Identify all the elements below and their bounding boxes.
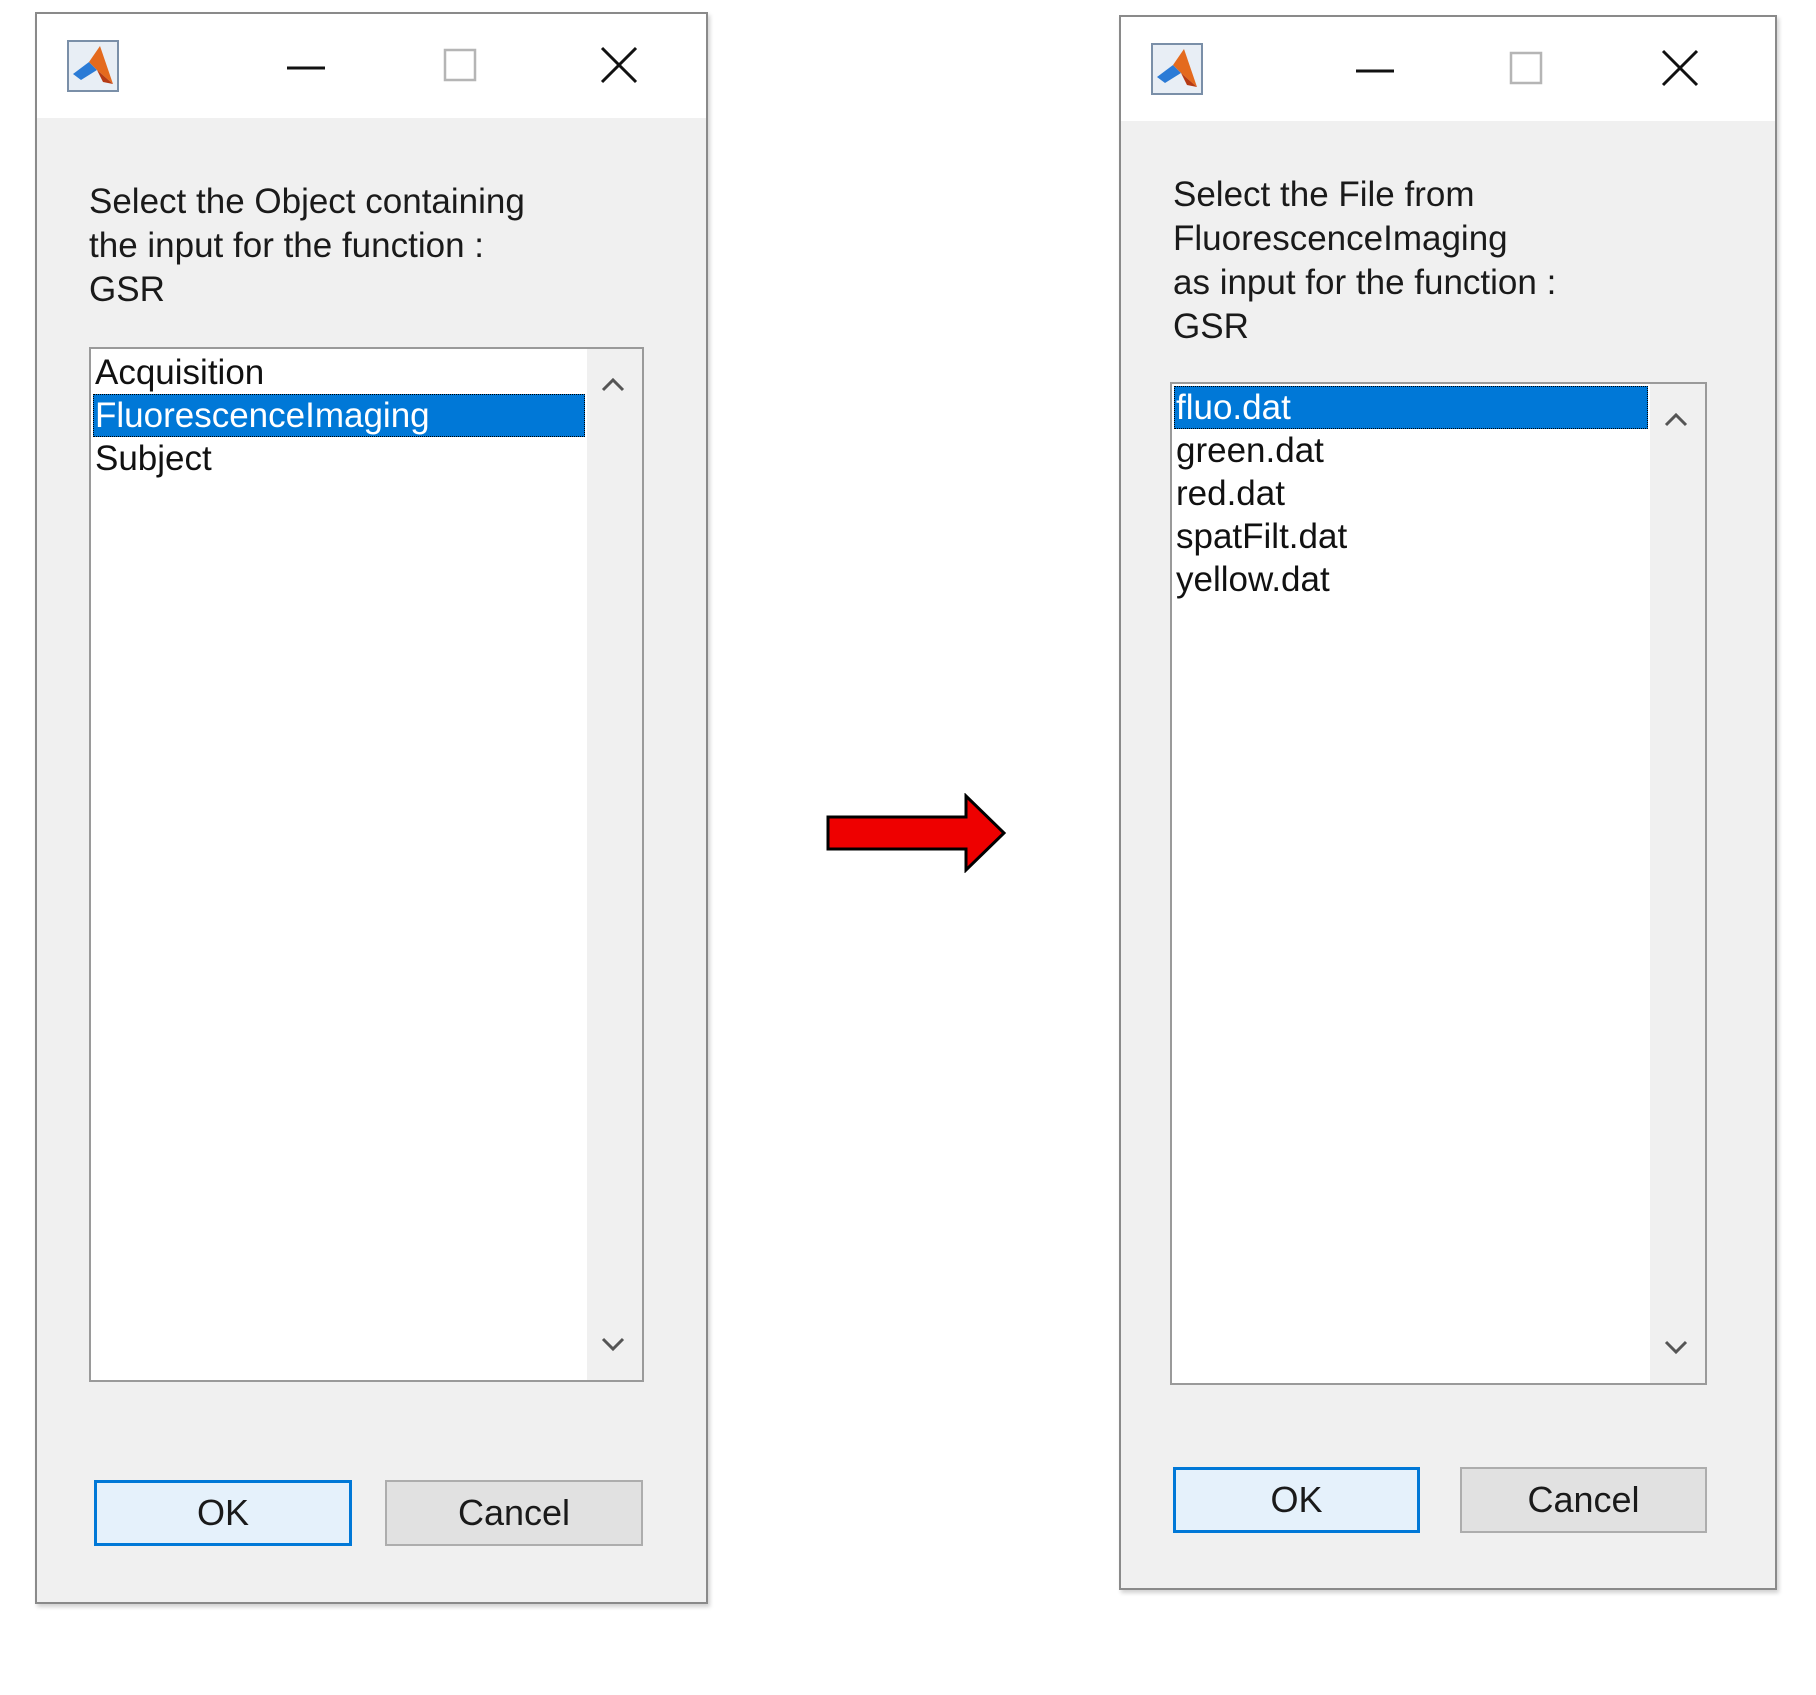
minimize-icon[interactable] (277, 36, 337, 96)
list-item[interactable]: spatFilt.dat (1174, 515, 1648, 558)
ok-button[interactable]: OK (1173, 1467, 1420, 1533)
chevron-down-icon[interactable] (595, 1326, 631, 1362)
list-item[interactable]: green.dat (1174, 429, 1648, 472)
file-select-dialog: Select the File from FluorescenceImaging… (1119, 15, 1777, 1590)
figure-stage: Select the Object containing the input f… (0, 0, 1816, 1695)
maximize-icon[interactable] (431, 36, 491, 96)
list-item[interactable]: Acquisition (93, 351, 585, 394)
dialog-prompt: Select the Object containing the input f… (89, 182, 525, 309)
list-item[interactable]: fluo.dat (1174, 386, 1648, 429)
list-item[interactable]: Subject (93, 437, 585, 480)
file-listbox[interactable]: fluo.dat green.dat red.dat spatFilt.dat … (1170, 382, 1707, 1385)
chevron-up-icon[interactable] (595, 367, 631, 403)
chevron-up-icon[interactable] (1658, 402, 1694, 438)
title-bar (37, 14, 706, 118)
vertical-scrollbar[interactable] (1650, 384, 1705, 1383)
matlab-logo-icon (1151, 43, 1203, 95)
title-bar (1121, 17, 1775, 121)
vertical-scrollbar[interactable] (587, 349, 642, 1380)
close-icon[interactable] (1651, 39, 1711, 99)
file-list: fluo.dat green.dat red.dat spatFilt.dat … (1174, 386, 1648, 601)
maximize-icon[interactable] (1497, 39, 1557, 99)
object-select-dialog: Select the Object containing the input f… (35, 12, 708, 1604)
cancel-button[interactable]: Cancel (1460, 1467, 1707, 1533)
ok-button[interactable]: OK (94, 1480, 352, 1546)
chevron-down-icon[interactable] (1658, 1329, 1694, 1365)
cancel-button[interactable]: Cancel (385, 1480, 643, 1546)
list-item[interactable]: FluorescenceImaging (93, 394, 585, 437)
right-arrow-icon (826, 793, 1007, 873)
list-item[interactable]: red.dat (1174, 472, 1648, 515)
object-list: Acquisition FluorescenceImaging Subject (93, 351, 585, 480)
minimize-icon[interactable] (1346, 39, 1406, 99)
list-item[interactable]: yellow.dat (1174, 558, 1648, 601)
close-icon[interactable] (590, 36, 650, 96)
dialog-prompt: Select the File from FluorescenceImaging… (1173, 175, 1557, 346)
matlab-logo-icon (67, 40, 119, 92)
object-listbox[interactable]: Acquisition FluorescenceImaging Subject (89, 347, 644, 1382)
